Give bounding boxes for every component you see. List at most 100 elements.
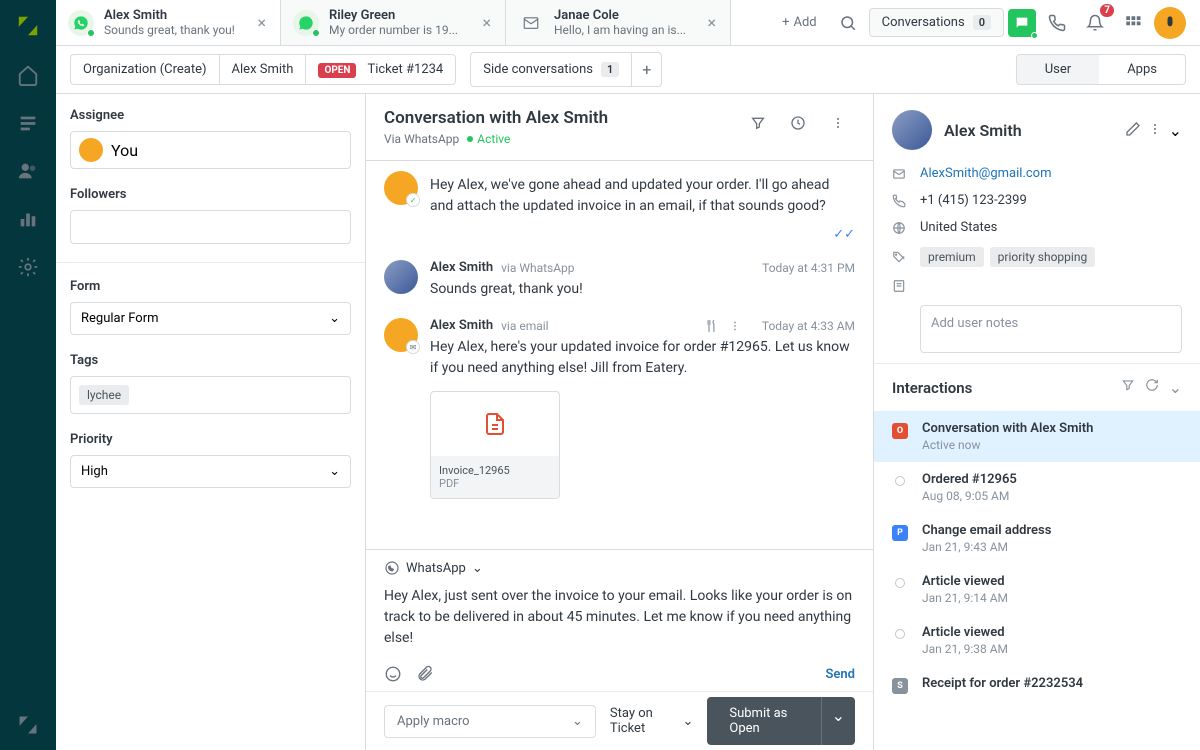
tab-close-icon[interactable]: × [480, 11, 493, 34]
chevron-down-icon[interactable]: ⌄ [1169, 378, 1182, 397]
user-tab[interactable]: User [1017, 55, 1099, 84]
chevron-down-icon: ⌄ [329, 311, 340, 326]
chat-status-icon[interactable] [1008, 9, 1036, 37]
refresh-icon[interactable] [1145, 378, 1159, 397]
whatsapp-icon [384, 560, 400, 576]
interaction-item[interactable]: Article viewed Jan 21, 9:38 AM [874, 615, 1200, 666]
interaction-item[interactable]: Ordered #12965 Aug 08, 9:05 AM [874, 462, 1200, 513]
tab-close-icon[interactable]: × [705, 11, 718, 34]
apply-macro-select[interactable]: Apply macro ⌄ [384, 705, 596, 738]
breadcrumb-ticket[interactable]: OPEN Ticket #1234 [306, 55, 455, 84]
user-notes-field[interactable]: Add user notes [920, 305, 1182, 353]
side-conv-button[interactable]: Side conversations 1 [471, 55, 631, 84]
attachment[interactable]: Invoice_12965 PDF [430, 391, 560, 499]
interaction-item[interactable]: S Receipt for order #2232534 [874, 666, 1200, 704]
interaction-sub: Jan 21, 9:43 AM [922, 540, 1051, 554]
user-header: Alex Smith ⌄ [874, 94, 1200, 166]
tab-subtitle: Sounds great, thank you! [104, 23, 245, 37]
timeline-dot-icon [895, 578, 905, 588]
more-icon[interactable] [1147, 121, 1163, 140]
search-icon[interactable] [831, 8, 865, 38]
interactions-header: Interactions ⌄ [874, 363, 1200, 411]
submit-button[interactable]: Submit as Open [707, 697, 820, 745]
message-channel: via email [501, 319, 548, 333]
interaction-sub: Jan 21, 9:14 AM [922, 591, 1008, 605]
globe-icon [892, 221, 908, 235]
nav-views-icon[interactable] [17, 112, 39, 134]
phone-icon[interactable] [1040, 8, 1074, 38]
chevron-down-icon[interactable]: ⌄ [472, 561, 483, 576]
chevron-down-icon[interactable]: ⌄ [1169, 121, 1182, 140]
user-email[interactable]: AlexSmith@gmail.com [920, 166, 1052, 181]
interaction-sub: Aug 08, 9:05 AM [922, 489, 1017, 503]
nav-admin-icon[interactable] [17, 256, 39, 278]
user-tag[interactable]: premium [920, 247, 984, 267]
nav-zendesk-icon[interactable] [17, 714, 39, 736]
form-select[interactable]: Regular Form ⌄ [70, 302, 351, 335]
read-receipt-icon: ✓✓ [833, 227, 855, 242]
edit-icon[interactable] [1125, 121, 1141, 140]
nav-customers-icon[interactable] [17, 160, 39, 182]
stay-on-ticket-select[interactable]: Stay on Ticket ⌄ [610, 706, 694, 736]
user-tag[interactable]: priority shopping [990, 247, 1096, 267]
interactions-list: O Conversation with Alex Smith Active no… [874, 411, 1200, 750]
tag-chip[interactable]: lychee [79, 385, 129, 405]
tab-riley-green[interactable]: Riley Green My order number is 19... × [281, 0, 506, 45]
more-icon[interactable] [728, 319, 742, 333]
user-phone: +1 (415) 123-2399 [920, 193, 1027, 208]
whatsapp-icon [293, 10, 319, 36]
user-location: United States [920, 220, 997, 235]
message: Alex Smith via WhatsApp Today at 4:31 PM… [384, 260, 855, 300]
interaction-item[interactable]: O Conversation with Alex Smith Active no… [874, 411, 1200, 462]
filter-icon[interactable] [1121, 378, 1135, 397]
whatsapp-icon [68, 10, 94, 36]
filter-icon[interactable] [741, 108, 775, 138]
followers-field[interactable] [70, 210, 351, 244]
tab-alex-smith[interactable]: Alex Smith Sounds great, thank you! × [56, 0, 281, 45]
user-avatar[interactable] [1154, 7, 1186, 39]
add-tab-button[interactable]: + Add [772, 9, 827, 36]
conversation-title: Conversation with Alex Smith [384, 108, 608, 128]
assignee-field[interactable]: You [70, 131, 351, 169]
nav-home-icon[interactable] [17, 64, 39, 86]
ticket-properties-panel: Assignee You Followers Form Regular Form… [56, 94, 366, 750]
tab-janae-cole[interactable]: Janae Cole Hello, I am having an is... × [506, 0, 731, 45]
user-apps-toggle: User Apps [1016, 54, 1186, 85]
breadcrumb-org[interactable]: Organization (Create) [71, 55, 220, 84]
chevron-down-icon: ⌄ [572, 714, 583, 729]
priority-select[interactable]: High ⌄ [70, 455, 351, 488]
tags-field[interactable]: lychee [70, 376, 351, 414]
conversations-button[interactable]: Conversations 0 [869, 8, 1004, 37]
more-icon[interactable] [821, 108, 855, 138]
breadcrumb-user[interactable]: Alex Smith [220, 55, 307, 84]
tab-strip: Alex Smith Sounds great, thank you! × Ri… [56, 0, 758, 45]
notifications-icon[interactable]: 7 [1078, 8, 1112, 38]
message-text: Sounds great, thank you! [430, 279, 855, 300]
interaction-title: Change email address [922, 523, 1051, 538]
notes-icon [892, 279, 908, 293]
message-channel: via WhatsApp [501, 261, 574, 275]
composer-text[interactable]: Hey Alex, just sent over the invoice to … [366, 586, 873, 657]
emoji-icon[interactable] [384, 665, 402, 683]
apps-grid-icon[interactable] [1116, 8, 1150, 38]
composer: WhatsApp ⌄ Hey Alex, just sent over the … [366, 549, 873, 750]
apps-tab[interactable]: Apps [1099, 55, 1185, 84]
tab-close-icon[interactable]: × [255, 11, 268, 34]
interaction-item[interactable]: P Change email address Jan 21, 9:43 AM [874, 513, 1200, 564]
tab-title: Janae Cole [554, 8, 695, 23]
send-button[interactable]: Send [825, 667, 855, 682]
agent-avatar: ✓ [384, 171, 418, 205]
interaction-title: Conversation with Alex Smith [922, 421, 1093, 436]
open-badge: OPEN [318, 63, 356, 78]
interaction-item[interactable]: Article viewed Jan 21, 9:14 AM [874, 564, 1200, 615]
add-side-conv-icon[interactable]: + [631, 53, 661, 86]
nav-reporting-icon[interactable] [17, 208, 39, 230]
attachment-format: PDF [439, 477, 551, 490]
submit-dropdown-icon[interactable]: ⌄ [821, 697, 855, 745]
message-time: Today at 4:33 AM [762, 319, 855, 333]
interaction-title: Article viewed [922, 625, 1008, 640]
composer-channel[interactable]: WhatsApp [406, 561, 466, 576]
attachment-icon[interactable] [416, 665, 434, 683]
history-icon[interactable] [781, 108, 815, 138]
status-badge: P [892, 525, 908, 541]
